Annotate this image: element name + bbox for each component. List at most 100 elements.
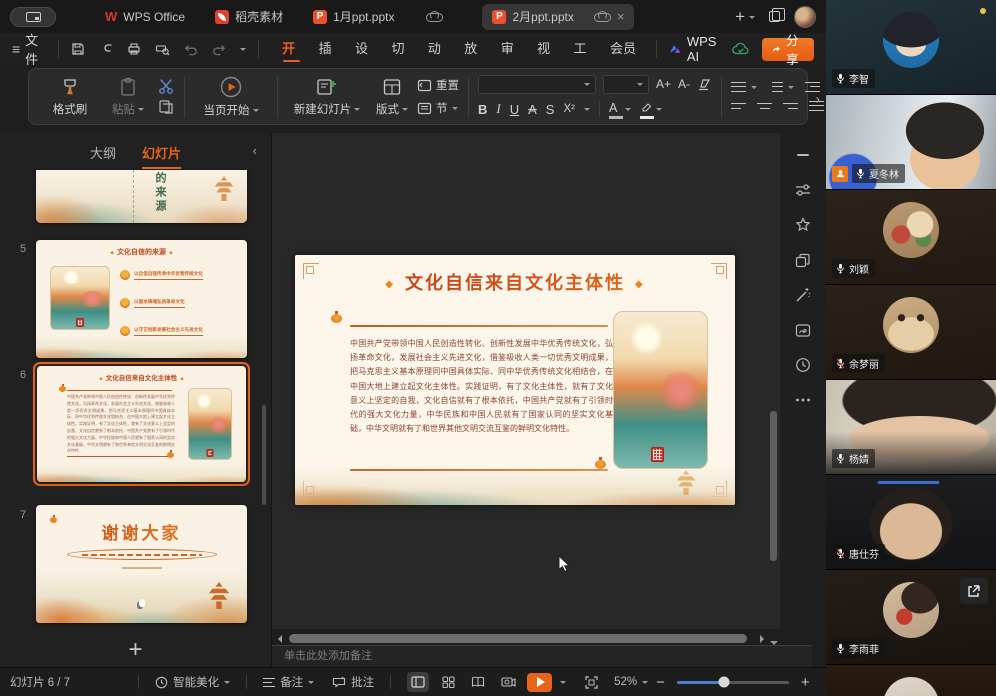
collapse-panel-icon[interactable]: ‹ xyxy=(253,143,257,158)
new-tab-button[interactable]: + xyxy=(735,7,755,27)
more-tools-icon[interactable] xyxy=(793,390,813,410)
cut-icon[interactable] xyxy=(157,78,175,94)
popout-view-button[interactable] xyxy=(960,578,988,604)
reset-button[interactable]: 重置 xyxy=(417,77,459,93)
menu-review[interactable]: 审阅 xyxy=(492,33,528,65)
redo-icon[interactable] xyxy=(212,43,226,56)
wps-ai-button[interactable]: WPS AI xyxy=(656,40,721,58)
notes-bar[interactable]: 单击此处添加备注 xyxy=(272,645,812,667)
font-size-select[interactable] xyxy=(603,75,649,94)
chevron-down-icon[interactable] xyxy=(240,48,246,54)
scrollbar-handle[interactable] xyxy=(289,634,747,643)
slide-sorter-view-button[interactable] xyxy=(437,672,459,692)
normal-view-button[interactable] xyxy=(407,672,429,692)
copy-icon[interactable] xyxy=(158,99,174,115)
tab-docer[interactable]: 稻壳素材 xyxy=(200,0,298,33)
superscript-button[interactable]: X² xyxy=(563,103,575,115)
tab-slides[interactable]: 幻灯片 xyxy=(142,143,181,169)
shrink-font-button[interactable]: A- xyxy=(678,77,690,91)
print-icon[interactable] xyxy=(127,42,141,56)
align-right-icon[interactable] xyxy=(783,101,798,112)
restore-window-icon[interactable] xyxy=(769,11,780,22)
slide-thumbnail-7[interactable]: 谢谢大家 xyxy=(36,505,247,623)
zoom-slider[interactable] xyxy=(677,681,789,684)
export-icon[interactable] xyxy=(99,42,113,56)
collapse-strip-icon[interactable] xyxy=(793,145,813,165)
new-slide-button[interactable]: 新建幻灯片 xyxy=(287,77,367,117)
reading-view-button[interactable] xyxy=(467,672,489,692)
section-button[interactable]: 节 xyxy=(417,100,459,116)
object-properties-icon[interactable] xyxy=(793,180,813,200)
shadow-button[interactable]: S xyxy=(546,102,555,117)
vertical-scrollbar[interactable] xyxy=(770,139,777,623)
tab-wps-office[interactable]: W WPS Office xyxy=(90,0,200,33)
history-clock-icon[interactable] xyxy=(793,355,813,375)
menu-tools[interactable]: 工具 xyxy=(565,33,601,65)
horizontal-scrollbar[interactable] xyxy=(278,632,764,645)
align-center-icon[interactable] xyxy=(757,101,772,112)
slide-thumbnail-5[interactable]: 文化自信的来源 以自信自强传承中华优秀传统文化 以固本铸魂弘扬革命文化 以守正创… xyxy=(36,240,247,358)
chevron-down-icon[interactable] xyxy=(560,681,566,687)
menu-insert[interactable]: 插入 xyxy=(310,33,346,65)
layers-icon[interactable] xyxy=(793,250,813,270)
numbered-list-button[interactable] xyxy=(768,82,794,93)
slide-image[interactable] xyxy=(613,311,708,469)
menu-transitions[interactable]: 切换 xyxy=(382,33,418,65)
cloud-saved-icon[interactable] xyxy=(732,39,750,59)
notes-button[interactable]: 备注 xyxy=(263,674,314,690)
bold-button[interactable]: B xyxy=(478,102,487,117)
save-icon[interactable] xyxy=(71,42,85,56)
play-from-current-button[interactable]: 当页开始 xyxy=(194,76,268,118)
tab-ppt-january[interactable]: P 1月ppt.pptx xyxy=(298,0,456,33)
ribbon-expand-button[interactable]: › xyxy=(812,88,824,111)
slide-thumbnail-4[interactable]: 的来源 xyxy=(36,170,247,223)
menu-membership[interactable]: 会员专享 xyxy=(601,33,656,65)
participant-tile-lizhi[interactable]: 李智 xyxy=(826,0,996,95)
paste-button[interactable]: 粘贴 xyxy=(99,77,157,117)
slideshow-play-button[interactable] xyxy=(527,673,552,692)
italic-button[interactable]: I xyxy=(496,101,500,117)
panel-scrollbar[interactable] xyxy=(262,405,266,505)
menu-view[interactable]: 视图 xyxy=(528,33,564,65)
strikethrough-a-button[interactable]: A xyxy=(528,102,537,117)
participant-tile-liuying[interactable]: 刘颖 xyxy=(826,190,996,285)
assets-icon[interactable] xyxy=(793,320,813,340)
file-menu-button[interactable]: ≡ 文件 xyxy=(12,30,44,68)
align-left-icon[interactable] xyxy=(731,101,746,112)
smart-beautify-button[interactable]: 智能美化 xyxy=(155,674,230,690)
underline-button[interactable]: U xyxy=(510,102,519,117)
grow-font-button[interactable]: A+ xyxy=(656,77,671,91)
scroll-right-icon[interactable] xyxy=(760,635,764,643)
menu-design[interactable]: 设计 xyxy=(346,33,382,65)
zoom-in-button[interactable]: + xyxy=(801,674,810,691)
tab-outline[interactable]: 大纲 xyxy=(90,143,116,169)
print-preview-icon[interactable] xyxy=(155,42,170,56)
menu-slideshow[interactable]: 放映 xyxy=(455,33,491,65)
chevron-down-icon[interactable] xyxy=(584,108,590,114)
resources-star-icon[interactable] xyxy=(793,215,813,235)
zoom-level[interactable]: 52% xyxy=(614,676,648,688)
close-tab-icon[interactable]: × xyxy=(617,9,625,24)
bullet-list-button[interactable] xyxy=(731,82,757,93)
scroll-left-icon[interactable] xyxy=(278,635,282,643)
add-slide-button[interactable]: + xyxy=(128,638,142,662)
zoom-slider-handle[interactable] xyxy=(718,677,729,688)
highlight-color-button[interactable] xyxy=(640,100,662,119)
undo-icon[interactable] xyxy=(184,43,198,56)
zoom-out-button[interactable]: − xyxy=(656,674,665,691)
menu-home[interactable]: 开始 xyxy=(273,33,309,65)
font-family-select[interactable] xyxy=(478,75,596,94)
participant-tile-liyufei[interactable]: 李雨菲 xyxy=(826,570,996,665)
participant-tile-yumengli[interactable]: 余梦丽 xyxy=(826,285,996,380)
layout-button[interactable]: 版式 xyxy=(367,77,417,117)
font-color-button[interactable]: A xyxy=(609,100,631,119)
slide-thumbnail-6-selected[interactable]: 文化自信来自文化主体性 中国共产党带领中国人民创造性转化、创新性发展中华优秀传统… xyxy=(33,362,250,486)
participant-tile-yangjing[interactable]: 杨婧 xyxy=(826,380,996,475)
participant-tile-tangshifen[interactable]: 唐仕芬 xyxy=(826,475,996,570)
clear-format-icon[interactable] xyxy=(697,78,712,91)
slide-body-text[interactable]: 中国共产党带领中国人民创造性转化、创新性发展中华优秀传统文化，弘扬革命文化，发展… xyxy=(350,337,613,465)
comments-button[interactable]: 批注 xyxy=(332,674,374,690)
beautify-wand-icon[interactable] xyxy=(793,285,813,305)
account-avatar[interactable] xyxy=(794,6,816,28)
current-slide[interactable]: 文化自信来自文化主体性 中国共产党带领中国人民创造性转化、创新性发展中华优秀传统… xyxy=(295,255,735,505)
